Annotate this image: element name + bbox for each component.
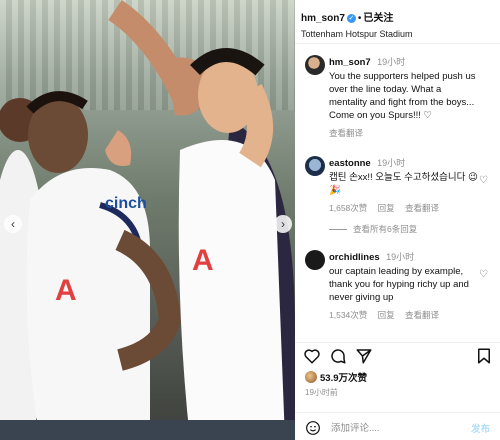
smile-icon[interactable]	[305, 420, 321, 436]
comment-icon[interactable]	[329, 347, 347, 365]
comment-time: 19小时	[377, 158, 406, 168]
comment-text: our captain leading by example, thank yo…	[329, 266, 469, 303]
author-username[interactable]: hm_son7	[301, 13, 345, 24]
post-details-panel: hm_son7 ✓ • 已关注 Tottenham Hotspur Stadium h…	[295, 0, 500, 440]
caption-text: You the supporters helped push us over t…	[329, 71, 476, 121]
reply-link[interactable]: 回复	[378, 203, 395, 213]
commenter-username[interactable]: eastonne	[329, 158, 371, 169]
caption-time: 19小时	[377, 57, 406, 67]
replies-divider	[329, 228, 347, 230]
caption-meta: 查看翻译	[329, 127, 480, 139]
heart-icon[interactable]: ♡	[479, 269, 488, 280]
chevron-left-icon[interactable]: ‹	[4, 215, 22, 233]
translate-link[interactable]: 查看翻译	[405, 310, 439, 320]
likes-summary[interactable]: 53.9万次赞	[305, 370, 367, 384]
heart-icon[interactable]	[303, 347, 321, 365]
add-comment-bar: 发布	[295, 412, 500, 440]
post-location[interactable]: Tottenham Hotspur Stadium	[301, 29, 500, 39]
post-actions-bar	[295, 342, 500, 368]
comment-likes[interactable]: 1,658次赞	[329, 203, 367, 213]
post-comment-button[interactable]: 发布	[471, 421, 490, 435]
comments-list: hm_son7 19小时 You the supporters helped p…	[295, 52, 500, 321]
svg-text:cinch: cinch	[105, 195, 147, 212]
reply-link[interactable]: 回复	[378, 310, 395, 320]
comment-text: 캡틴 손xx!! 오늘도 수고하셨습니다 😉 🎉	[329, 172, 478, 196]
post-age: 19小时前	[305, 388, 338, 397]
comment-item: orchidlines 19小时 our captain leading by …	[295, 247, 500, 321]
follow-status-button[interactable]: 已关注	[363, 13, 393, 24]
comment-item: eastonne 19小时 캡틴 손xx!! 오늘도 수고하셨습니다 😉 🎉 1…	[295, 153, 500, 214]
share-icon[interactable]	[355, 347, 373, 365]
caption-translate-link[interactable]: 查看翻译	[329, 128, 363, 138]
commenter-username[interactable]: orchidlines	[329, 252, 380, 263]
verified-badge-icon: ✓	[346, 14, 356, 23]
view-replies-label: 查看所有6条回复	[353, 224, 418, 234]
comment-meta: 1,658次赞 回复 查看翻译	[329, 202, 480, 214]
liker-avatar	[305, 371, 317, 383]
bookmark-icon[interactable]	[475, 347, 493, 365]
post-photo: cinch A A	[0, 0, 295, 440]
comment-input[interactable]	[331, 420, 451, 436]
commenter-avatar[interactable]	[305, 156, 325, 176]
caption-author[interactable]: hm_son7	[329, 57, 371, 68]
comment-time: 19小时	[386, 252, 415, 262]
translate-link[interactable]: 查看翻译	[405, 203, 439, 213]
commenter-avatar[interactable]	[305, 250, 325, 270]
chevron-right-icon[interactable]: ›	[274, 215, 292, 233]
svg-text:A: A	[55, 274, 77, 307]
svg-text:A: A	[192, 244, 214, 277]
post-media: cinch A A ‹ ›	[0, 0, 295, 440]
author-avatar[interactable]	[305, 55, 325, 75]
caption: hm_son7 19小时 You the supporters helped p…	[295, 52, 500, 139]
post-header: hm_son7 ✓ • 已关注 Tottenham Hotspur Stadium	[295, 0, 500, 44]
heart-icon[interactable]: ♡	[479, 175, 488, 186]
comment-meta: 1,534次赞 回复 查看翻译	[329, 309, 480, 321]
likes-count: 53.9万次赞	[320, 373, 367, 384]
view-replies-link[interactable]: 查看所有6条回复	[295, 223, 500, 235]
comment-likes[interactable]: 1,534次赞	[329, 310, 367, 320]
separator-dot: •	[357, 13, 362, 24]
